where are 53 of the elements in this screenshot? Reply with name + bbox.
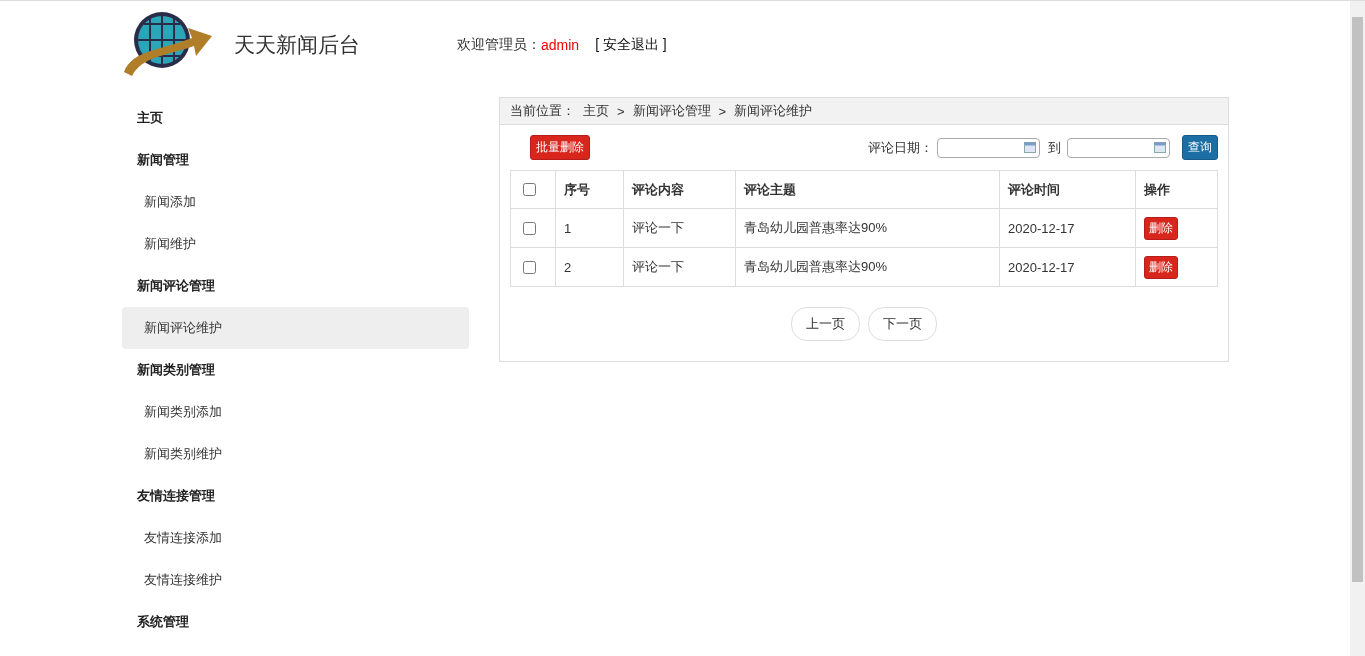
breadcrumb-separator: > (718, 103, 727, 119)
table-cell: 青岛幼儿园普惠率达90% (735, 247, 1000, 287)
sidebar-group[interactable]: 新闻评论管理 (122, 265, 469, 307)
table-cell: 2 (555, 247, 624, 287)
table-cell: 评论一下 (623, 247, 736, 287)
breadcrumb-link[interactable]: 新闻评论维护 (734, 102, 813, 120)
delete-button[interactable]: 删除 (1144, 216, 1178, 240)
prev-page-button[interactable]: 上一页 (791, 307, 860, 341)
column-header: 操作 (1135, 170, 1218, 209)
sidebar-group[interactable]: 系统管理 (122, 601, 469, 643)
calendar-icon (1024, 142, 1036, 153)
sidebar-item[interactable]: 新闻类别添加 (122, 391, 469, 433)
scrollbar[interactable] (1350, 1, 1365, 656)
table-cell: 青岛幼儿园普惠率达90% (735, 208, 1000, 248)
table-cell: 评论一下 (623, 208, 736, 248)
sidebar-item[interactable]: 新闻维护 (122, 223, 469, 265)
delete-button[interactable]: 删除 (1144, 255, 1178, 279)
site-title: 天天新闻后台 (234, 32, 361, 58)
table-cell: 2020-12-17 (999, 247, 1136, 287)
table-cell: 2020-12-17 (999, 208, 1136, 248)
logout-link[interactable]: [ 安全退出 ] (595, 36, 667, 54)
column-header: 评论主题 (735, 170, 1000, 209)
column-header: 评论内容 (623, 170, 736, 209)
sidebar-group[interactable]: 友情连接管理 (122, 475, 469, 517)
sidebar-item[interactable]: 新闻评论维护 (122, 307, 469, 349)
scrollbar-thumb[interactable] (1352, 17, 1363, 582)
next-page-button[interactable]: 下一页 (868, 307, 937, 341)
breadcrumb-separator: > (617, 103, 625, 119)
sidebar-group[interactable]: 主页 (122, 97, 469, 139)
table-cell: 1 (555, 208, 624, 248)
row-checkbox[interactable] (523, 221, 536, 235)
date-field[interactable] (937, 137, 1040, 158)
date-label: 评论日期： (868, 138, 933, 157)
username: admin (541, 37, 580, 53)
column-header: 评论时间 (999, 170, 1136, 209)
breadcrumb-link[interactable]: 主页 (583, 102, 609, 120)
sidebar-item[interactable]: 新闻添加 (122, 181, 469, 223)
calendar-icon (1154, 142, 1166, 153)
breadcrumb-label: 当前位置： (510, 102, 575, 120)
sidebar-group[interactable]: 新闻类别管理 (122, 349, 469, 391)
batch-delete-button[interactable]: 批量删除 (530, 135, 590, 160)
search-button[interactable]: 查询 (1182, 135, 1218, 160)
row-checkbox[interactable] (523, 260, 536, 274)
welcome-label: 欢迎管理员： (457, 36, 541, 54)
sidebar-item[interactable]: 新闻类别维护 (122, 433, 469, 475)
date-field[interactable] (1067, 137, 1170, 158)
sidebar-item[interactable]: 友情连接添加 (122, 517, 469, 559)
breadcrumb-link[interactable]: 新闻评论管理 (632, 102, 711, 120)
to-label: 到 (1048, 138, 1061, 157)
sidebar-item[interactable]: 友情连接维护 (122, 559, 469, 601)
select-all-checkbox[interactable] (523, 183, 536, 196)
sidebar-group[interactable]: 新闻管理 (122, 139, 469, 181)
column-header: 序号 (555, 170, 624, 209)
